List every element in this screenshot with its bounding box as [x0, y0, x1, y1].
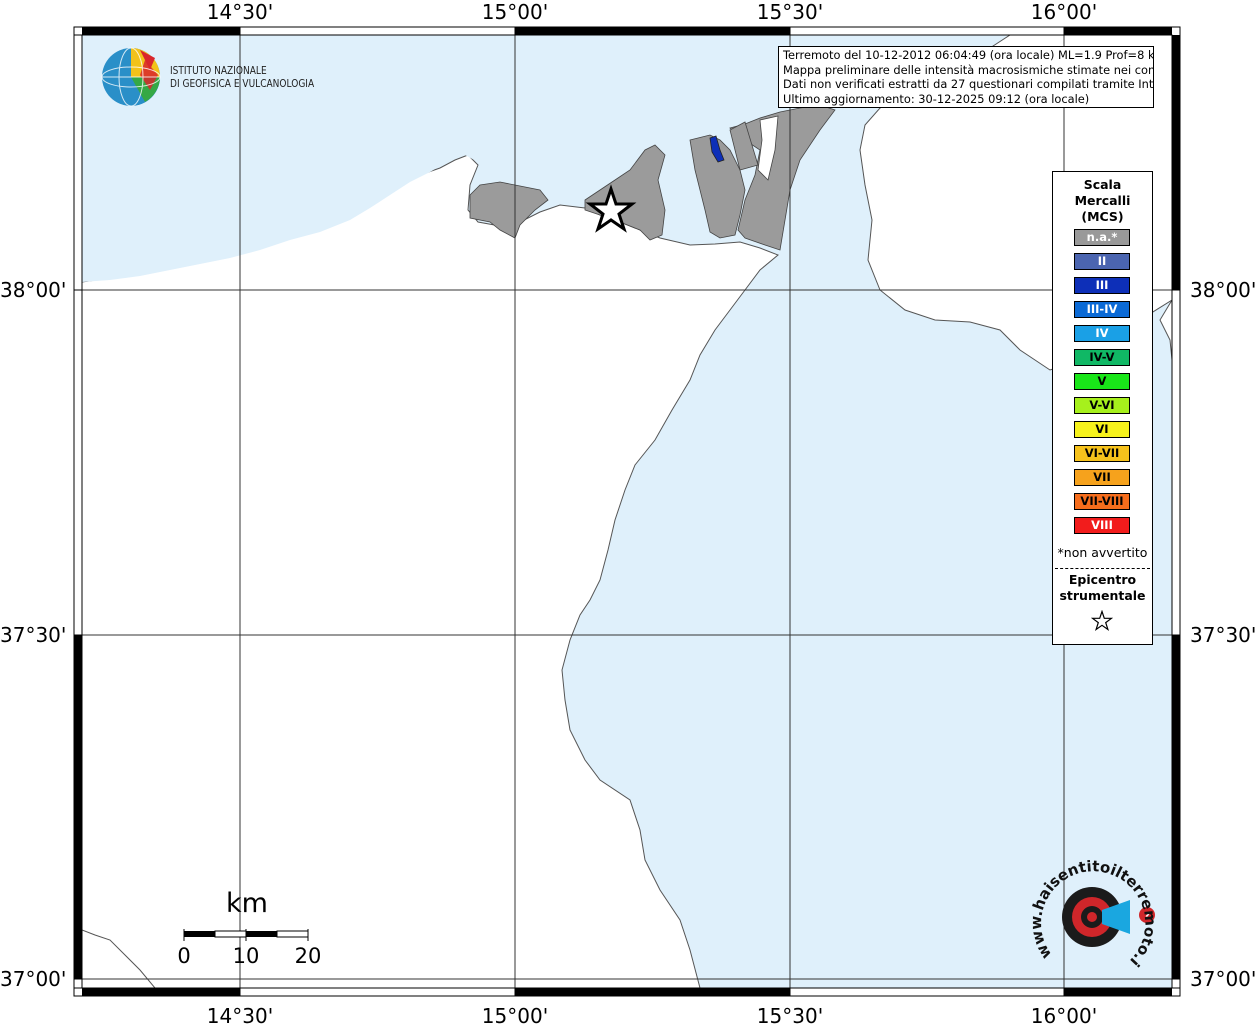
legend-swatch: n.a.* — [1074, 229, 1130, 246]
lat-tick-right: 37°30' — [1190, 623, 1255, 647]
scale-label: 20 — [294, 944, 322, 968]
lon-tick-top: 14°30' — [206, 0, 274, 24]
legend-swatch: III-IV — [1074, 301, 1130, 318]
lon-tick-top: 16°00' — [1030, 0, 1098, 24]
event-info-line3: Dati non verificati estratti da 27 quest… — [783, 77, 1154, 91]
event-info-line2: Mappa preliminare delle intensità macros… — [783, 62, 1154, 77]
scale-label: 10 — [232, 944, 260, 968]
mcs-legend: Scala Mercalli (MCS) n.a.* II III III-IV IV I… — [1052, 171, 1153, 645]
legend-swatch: VIII — [1074, 517, 1130, 534]
legend-swatch: IV-V — [1074, 349, 1130, 366]
lat-tick-right: 38°00' — [1190, 278, 1255, 302]
event-info-box: Terremoto del 10-12-2012 06:04:49 (ora l… — [778, 46, 1154, 108]
lon-tick-bottom: 16°00' — [1030, 1004, 1098, 1028]
event-info-line4: Ultimo aggiornamento: 30-12-2025 09:12 (… — [783, 91, 1090, 106]
lat-tick-left: 37°30' — [0, 623, 67, 647]
legend-divider — [1055, 568, 1150, 569]
legend-swatch: IV — [1074, 325, 1130, 342]
legend-epicenter-line2: strumentale — [1059, 588, 1146, 603]
ingv-name-line1: ISTITUTO NAZIONALE — [170, 64, 267, 77]
scale-label: 0 — [177, 944, 191, 968]
legend-swatch: VII — [1074, 469, 1130, 486]
lat-tick-right: 37°00' — [1190, 967, 1255, 991]
lon-tick-top: 15°00' — [481, 0, 549, 24]
lat-tick-left: 38°00' — [0, 278, 67, 302]
legend-swatch: V — [1074, 373, 1130, 390]
legend-epicenter-line1: Epicentro — [1068, 572, 1137, 587]
legend-title-line3: (MCS) — [1081, 209, 1124, 224]
ingv-name: ISTITUTO NAZIONALE DI GEOFISICA E VULCAN… — [170, 64, 314, 90]
event-info-line1: Terremoto del 10-12-2012 06:04:49 (ora l… — [783, 48, 1154, 62]
legend-swatch: VII-VIII — [1074, 493, 1130, 510]
legend-title-line2: Mercalli — [1074, 193, 1131, 208]
legend-title: Scala Mercalli (MCS) — [1053, 177, 1152, 225]
legend-epicenter-label: Epicentro strumentale — [1053, 572, 1152, 604]
legend-title-line1: Scala — [1083, 177, 1122, 192]
legend-swatch: V-VI — [1074, 397, 1130, 414]
legend-swatch: II — [1074, 253, 1130, 270]
lon-tick-bottom: 14°30' — [206, 1004, 274, 1028]
legend-note: *non avvertito — [1057, 545, 1148, 560]
scale-unit: km — [226, 888, 268, 919]
lon-tick-top: 15°30' — [756, 0, 824, 24]
legend-swatch: VI-VII — [1074, 445, 1130, 462]
legend-swatch: VI — [1074, 421, 1130, 438]
lon-tick-bottom: 15°00' — [481, 1004, 549, 1028]
ingv-logo — [101, 47, 161, 107]
star-icon — [1091, 610, 1113, 632]
legend-swatch: III — [1074, 277, 1130, 294]
lat-tick-left: 37°00' — [0, 967, 67, 991]
ingv-name-line2: DI GEOFISICA E VULCANOLOGIA — [170, 77, 315, 90]
lon-tick-bottom: 15°30' — [756, 1004, 824, 1028]
